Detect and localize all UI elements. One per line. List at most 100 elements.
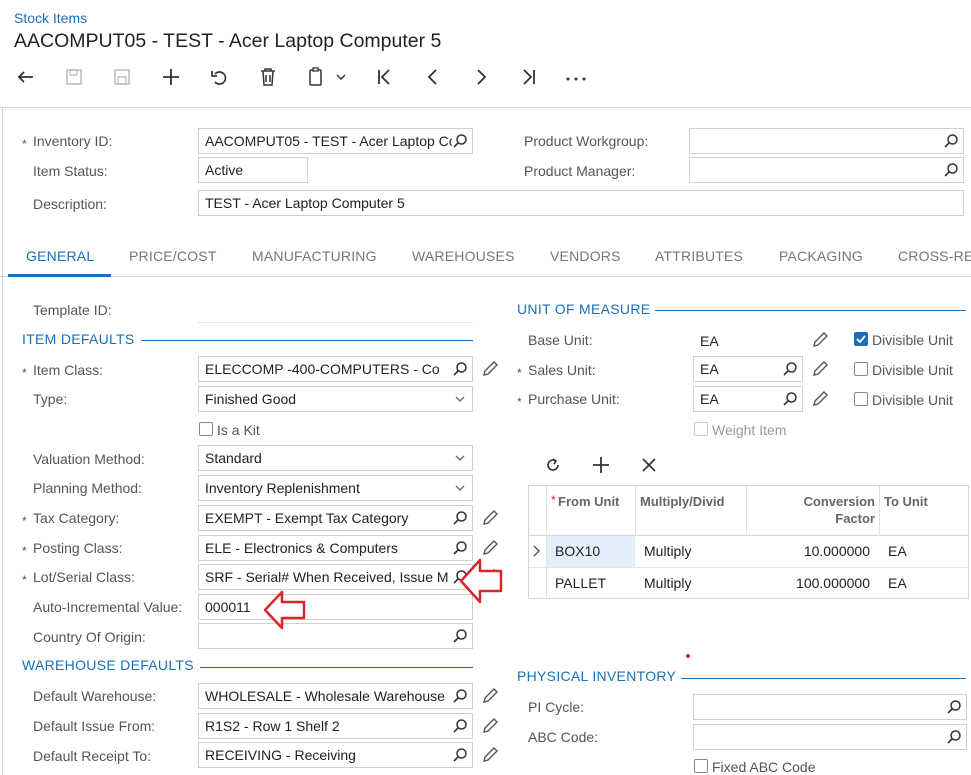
- grid-col-divider: [879, 486, 880, 536]
- required-marker: *: [22, 514, 27, 528]
- tab-vendors[interactable]: VENDORS: [550, 248, 621, 264]
- multiply-cell[interactable]: Multiply: [644, 543, 691, 559]
- save-close-icon[interactable]: [110, 64, 134, 90]
- from-unit-cell[interactable]: PALLET: [555, 575, 606, 591]
- weight-item-checkbox[interactable]: [694, 422, 708, 436]
- base-divisible-unit-checkbox[interactable]: [854, 332, 868, 346]
- tab-general[interactable]: GENERAL: [26, 248, 94, 264]
- abc-code-field[interactable]: [693, 724, 967, 750]
- more-icon[interactable]: [563, 64, 589, 90]
- auto-incremental-value: 000011: [205, 599, 251, 615]
- search-icon[interactable]: [452, 510, 468, 526]
- purchase-unit-field[interactable]: EA: [693, 386, 803, 412]
- inventory-id-field[interactable]: AACOMPUT05 - TEST - Acer Laptop Co: [198, 128, 473, 154]
- refresh-icon[interactable]: [544, 456, 562, 477]
- table-row[interactable]: PALLET Multiply 100.000000 EA: [529, 568, 968, 598]
- edit-pencil-icon[interactable]: [811, 390, 829, 408]
- posting-class-field[interactable]: ELE - Electronics & Computers: [198, 535, 473, 561]
- edit-pencil-icon[interactable]: [481, 746, 499, 764]
- breadcrumb[interactable]: Stock Items: [14, 10, 87, 26]
- next-icon[interactable]: [469, 64, 493, 90]
- annotation-arrow-icon: [263, 590, 306, 630]
- add-icon[interactable]: [159, 64, 183, 90]
- previous-icon[interactable]: [421, 64, 445, 90]
- edit-pencil-icon[interactable]: [481, 717, 499, 735]
- item-class-field[interactable]: ELECCOMP -400-COMPUTERS - Co: [198, 356, 473, 382]
- pi-cycle-field[interactable]: [693, 694, 967, 720]
- search-icon[interactable]: [946, 699, 962, 715]
- description-field[interactable]: TEST - Acer Laptop Computer 5: [198, 190, 964, 216]
- multiply-cell[interactable]: Multiply: [644, 575, 691, 591]
- delete-icon[interactable]: [256, 64, 280, 90]
- edit-pencil-icon[interactable]: [481, 509, 499, 527]
- last-icon[interactable]: [517, 64, 541, 90]
- auto-incremental-field[interactable]: 000011: [198, 594, 473, 620]
- search-icon[interactable]: [452, 628, 468, 644]
- edit-pencil-icon[interactable]: [481, 360, 499, 378]
- tab-packaging[interactable]: PACKAGING: [779, 248, 863, 264]
- sales-divisible-unit-checkbox[interactable]: [854, 362, 868, 376]
- save-icon[interactable]: [62, 64, 86, 90]
- search-icon[interactable]: [946, 729, 962, 745]
- default-warehouse-field[interactable]: WHOLESALE - Wholesale Warehouse: [198, 683, 473, 709]
- edit-pencil-icon[interactable]: [481, 539, 499, 557]
- search-icon[interactable]: [782, 361, 798, 377]
- required-marker: *: [22, 573, 27, 587]
- default-receipt-to-label: Default Receipt To:: [33, 748, 152, 764]
- purchase-divisible-unit-checkbox[interactable]: [854, 392, 868, 406]
- valuation-method-select[interactable]: Standard: [198, 445, 473, 471]
- copy-paste-icon[interactable]: [304, 64, 348, 90]
- search-icon[interactable]: [943, 162, 959, 178]
- search-icon[interactable]: [452, 361, 468, 377]
- product-manager-field[interactable]: [689, 157, 964, 183]
- is-kit-checkbox[interactable]: [199, 422, 213, 436]
- factor-cell[interactable]: 100.000000: [759, 575, 870, 591]
- undo-icon[interactable]: [207, 64, 231, 90]
- search-icon[interactable]: [452, 133, 468, 149]
- tab-warehouses[interactable]: WAREHOUSES: [412, 248, 515, 264]
- default-issue-from-field[interactable]: R1S2 - Row 1 Shelf 2: [198, 713, 473, 739]
- add-row-icon[interactable]: [592, 456, 610, 477]
- delete-row-icon[interactable]: [641, 457, 657, 476]
- unit-of-measure-title: UNIT OF MEASURE: [517, 301, 651, 317]
- planning-method-label: Planning Method:: [33, 480, 142, 496]
- item-status-select[interactable]: Active: [198, 157, 308, 183]
- col-conversion-factor[interactable]: Conversion Factor: [791, 493, 875, 527]
- to-unit-cell[interactable]: EA: [888, 575, 907, 591]
- col-to-unit[interactable]: To Unit: [884, 493, 928, 510]
- first-icon[interactable]: [372, 64, 396, 90]
- lot-serial-class-field[interactable]: SRF - Serial# When Received, Issue M: [198, 564, 473, 590]
- tab-cross-reference[interactable]: CROSS-RE: [898, 248, 971, 264]
- chevron-down-icon[interactable]: [452, 480, 468, 496]
- from-unit-cell[interactable]: BOX10: [555, 543, 600, 559]
- to-unit-cell[interactable]: EA: [888, 543, 907, 559]
- country-of-origin-field[interactable]: [198, 623, 473, 649]
- fixed-abc-code-checkbox[interactable]: [694, 759, 708, 773]
- tax-category-field[interactable]: EXEMPT - Exempt Tax Category: [198, 505, 473, 531]
- search-icon[interactable]: [452, 688, 468, 704]
- tab-manufacturing[interactable]: MANUFACTURING: [252, 248, 377, 264]
- search-icon[interactable]: [452, 718, 468, 734]
- chevron-down-icon[interactable]: [452, 450, 468, 466]
- search-icon[interactable]: [782, 391, 798, 407]
- factor-cell[interactable]: 10.000000: [759, 543, 870, 559]
- col-from-unit[interactable]: From Unit: [558, 493, 628, 510]
- planning-method-select[interactable]: Inventory Replenishment: [198, 475, 473, 501]
- back-icon[interactable]: [14, 64, 38, 90]
- table-row[interactable]: BOX10 Multiply 10.000000 EA: [529, 536, 968, 568]
- edit-pencil-icon[interactable]: [811, 331, 829, 349]
- type-select[interactable]: Finished Good: [198, 386, 473, 412]
- product-workgroup-field[interactable]: [689, 128, 964, 154]
- default-receipt-to-field[interactable]: RECEIVING - Receiving: [198, 742, 473, 768]
- edit-pencil-icon[interactable]: [811, 360, 829, 378]
- search-icon[interactable]: [452, 540, 468, 556]
- tab-attributes[interactable]: ATTRIBUTES: [655, 248, 743, 264]
- tab-price-cost[interactable]: PRICE/COST: [129, 248, 217, 264]
- edit-pencil-icon[interactable]: [481, 687, 499, 705]
- col-multiply-divide[interactable]: Multiply/Divid: [640, 493, 725, 510]
- search-icon[interactable]: [452, 747, 468, 763]
- valuation-method-value: Standard: [205, 450, 262, 466]
- search-icon[interactable]: [943, 133, 959, 149]
- sales-unit-field[interactable]: EA: [693, 356, 803, 382]
- chevron-down-icon[interactable]: [452, 391, 468, 407]
